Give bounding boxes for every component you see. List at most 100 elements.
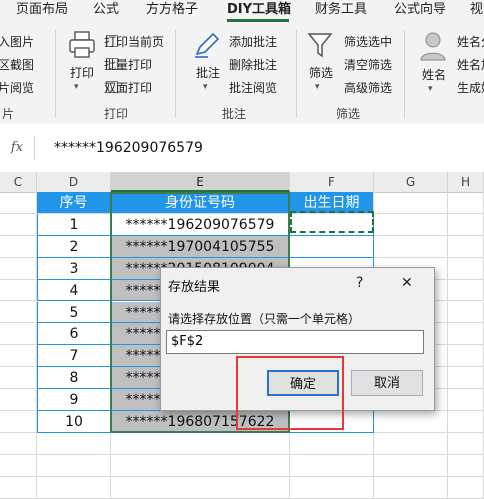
grid-cell[interactable] bbox=[0, 301, 37, 324]
location-input[interactable]: $F$2 bbox=[166, 330, 424, 354]
menu-page-layout[interactable]: 页面布局 bbox=[16, 0, 68, 22]
grid-cell[interactable] bbox=[448, 432, 484, 455]
formula-input[interactable]: ******196209076579 bbox=[54, 136, 203, 160]
grid-cell[interactable] bbox=[0, 476, 37, 499]
advanced-filter[interactable]: 高级筛选 bbox=[344, 79, 392, 96]
grid-cell[interactable] bbox=[448, 345, 484, 368]
grid-cell[interactable] bbox=[290, 476, 374, 499]
grid-cell[interactable] bbox=[0, 192, 37, 214]
column-header-c[interactable]: C bbox=[0, 172, 37, 192]
grid-cell[interactable] bbox=[0, 411, 37, 433]
grid-cell[interactable] bbox=[448, 235, 484, 258]
filter-button[interactable]: 筛选 bbox=[309, 64, 333, 81]
close-icon[interactable]: ✕ bbox=[401, 275, 413, 291]
column-header-h[interactable]: H bbox=[448, 172, 484, 192]
grid-cell[interactable] bbox=[448, 192, 484, 214]
table-cell-index[interactable]: 1 bbox=[37, 213, 111, 236]
grid-cell[interactable] bbox=[448, 257, 484, 280]
column-header-g[interactable]: G bbox=[374, 172, 448, 192]
grid-cell[interactable] bbox=[0, 235, 37, 258]
chevron-down-icon[interactable]: ▾ bbox=[74, 82, 79, 92]
table-cell-index[interactable]: 5 bbox=[37, 301, 111, 324]
grid-cell[interactable] bbox=[290, 432, 374, 455]
grid-cell[interactable] bbox=[0, 389, 37, 411]
ribbon-region-screenshot[interactable]: 选区截图 bbox=[0, 56, 34, 73]
grid-cell[interactable] bbox=[374, 476, 448, 499]
print-button[interactable]: 打印 bbox=[70, 64, 94, 81]
chevron-down-icon[interactable]: ▾ bbox=[428, 84, 433, 94]
menu-formula-wizard[interactable]: 公式向导 bbox=[394, 0, 446, 22]
grid-cell[interactable] bbox=[0, 257, 37, 280]
grid-cell[interactable] bbox=[448, 323, 484, 346]
grid-cell[interactable] bbox=[290, 454, 374, 477]
table-cell-index[interactable]: 9 bbox=[37, 389, 111, 411]
help-icon[interactable]: ? bbox=[356, 275, 363, 291]
grid-cell[interactable] bbox=[0, 454, 37, 477]
grid-cell[interactable] bbox=[0, 345, 37, 368]
grid-cell[interactable] bbox=[374, 411, 448, 433]
duplex-print[interactable]: 双面打印 bbox=[104, 79, 152, 96]
grid-cell[interactable] bbox=[0, 213, 37, 236]
chevron-down-icon[interactable]: ▾ bbox=[203, 82, 208, 92]
table-cell-birthdate[interactable] bbox=[290, 235, 374, 258]
table-cell-index[interactable]: 8 bbox=[37, 367, 111, 390]
grid-cell[interactable] bbox=[374, 454, 448, 477]
grid-cell[interactable] bbox=[0, 367, 37, 390]
person-icon[interactable] bbox=[418, 30, 448, 62]
grid-cell[interactable] bbox=[448, 389, 484, 411]
table-cell-index[interactable]: 10 bbox=[37, 411, 111, 433]
grid-cell[interactable] bbox=[448, 476, 484, 499]
ribbon-import-image[interactable]: 导入图片 bbox=[0, 33, 34, 50]
column-header-e[interactable]: E bbox=[111, 172, 290, 192]
table-cell-index[interactable]: 6 bbox=[37, 323, 111, 346]
grid-cell[interactable] bbox=[0, 432, 37, 455]
name-add[interactable]: 姓名加 bbox=[457, 56, 484, 73]
menu-fangfang[interactable]: 方方格子 bbox=[146, 0, 198, 22]
chevron-down-icon[interactable]: ▾ bbox=[315, 82, 320, 92]
grid-cell[interactable] bbox=[37, 476, 111, 499]
clear-filter[interactable]: 清空筛选 bbox=[344, 56, 392, 73]
name-generate[interactable]: 生成姓 bbox=[457, 79, 484, 96]
table-cell-index[interactable]: 3 bbox=[37, 257, 111, 280]
batch-print[interactable]: 批量打印 bbox=[104, 56, 152, 73]
fx-icon[interactable]: fx bbox=[0, 136, 35, 160]
column-header-d[interactable]: D bbox=[37, 172, 111, 192]
menu-view[interactable]: 视图 bbox=[470, 0, 484, 22]
grid-cell[interactable] bbox=[111, 476, 290, 499]
grid-cell[interactable] bbox=[448, 411, 484, 433]
grid-cell[interactable] bbox=[111, 432, 290, 455]
table-cell-index[interactable]: 7 bbox=[37, 345, 111, 368]
name-split[interactable]: 姓名分 bbox=[457, 33, 484, 50]
grid-cell[interactable] bbox=[448, 454, 484, 477]
pen-comment-icon[interactable] bbox=[192, 30, 222, 60]
grid-cell[interactable] bbox=[37, 432, 111, 455]
grid-cell[interactable] bbox=[448, 301, 484, 324]
table-cell-index[interactable]: 2 bbox=[37, 235, 111, 258]
grid-cell[interactable] bbox=[374, 432, 448, 455]
view-comments[interactable]: 批注阅览 bbox=[229, 79, 277, 96]
menu-finance-tools[interactable]: 财务工具 bbox=[315, 0, 367, 22]
grid-cell[interactable] bbox=[37, 454, 111, 477]
menu-formulas[interactable]: 公式 bbox=[93, 0, 119, 22]
print-current-page[interactable]: 打印当前页 bbox=[104, 33, 164, 50]
column-header-f[interactable]: F bbox=[290, 172, 374, 192]
grid-cell[interactable] bbox=[448, 213, 484, 236]
grid-cell[interactable] bbox=[374, 213, 448, 236]
delete-comment[interactable]: 删除批注 bbox=[229, 56, 277, 73]
comment-button[interactable]: 批注 bbox=[196, 64, 220, 81]
grid-cell[interactable] bbox=[374, 192, 448, 214]
grid-cell[interactable] bbox=[0, 323, 37, 346]
ribbon-image-view[interactable]: 图片阅览 bbox=[0, 79, 34, 96]
grid-cell[interactable] bbox=[448, 279, 484, 302]
filter-selected[interactable]: 筛选选中 bbox=[344, 33, 392, 50]
table-cell-index[interactable]: 4 bbox=[37, 279, 111, 302]
table-header-cell[interactable]: 序号 bbox=[37, 192, 111, 214]
add-comment[interactable]: 添加批注 bbox=[229, 33, 277, 50]
funnel-icon[interactable] bbox=[305, 30, 335, 60]
grid-cell[interactable] bbox=[374, 235, 448, 258]
printer-icon[interactable] bbox=[66, 30, 100, 60]
grid-cell[interactable] bbox=[111, 454, 290, 477]
name-button[interactable]: 姓名 bbox=[422, 66, 446, 83]
grid-cell[interactable] bbox=[0, 279, 37, 302]
cancel-button[interactable]: 取消 bbox=[351, 370, 423, 396]
